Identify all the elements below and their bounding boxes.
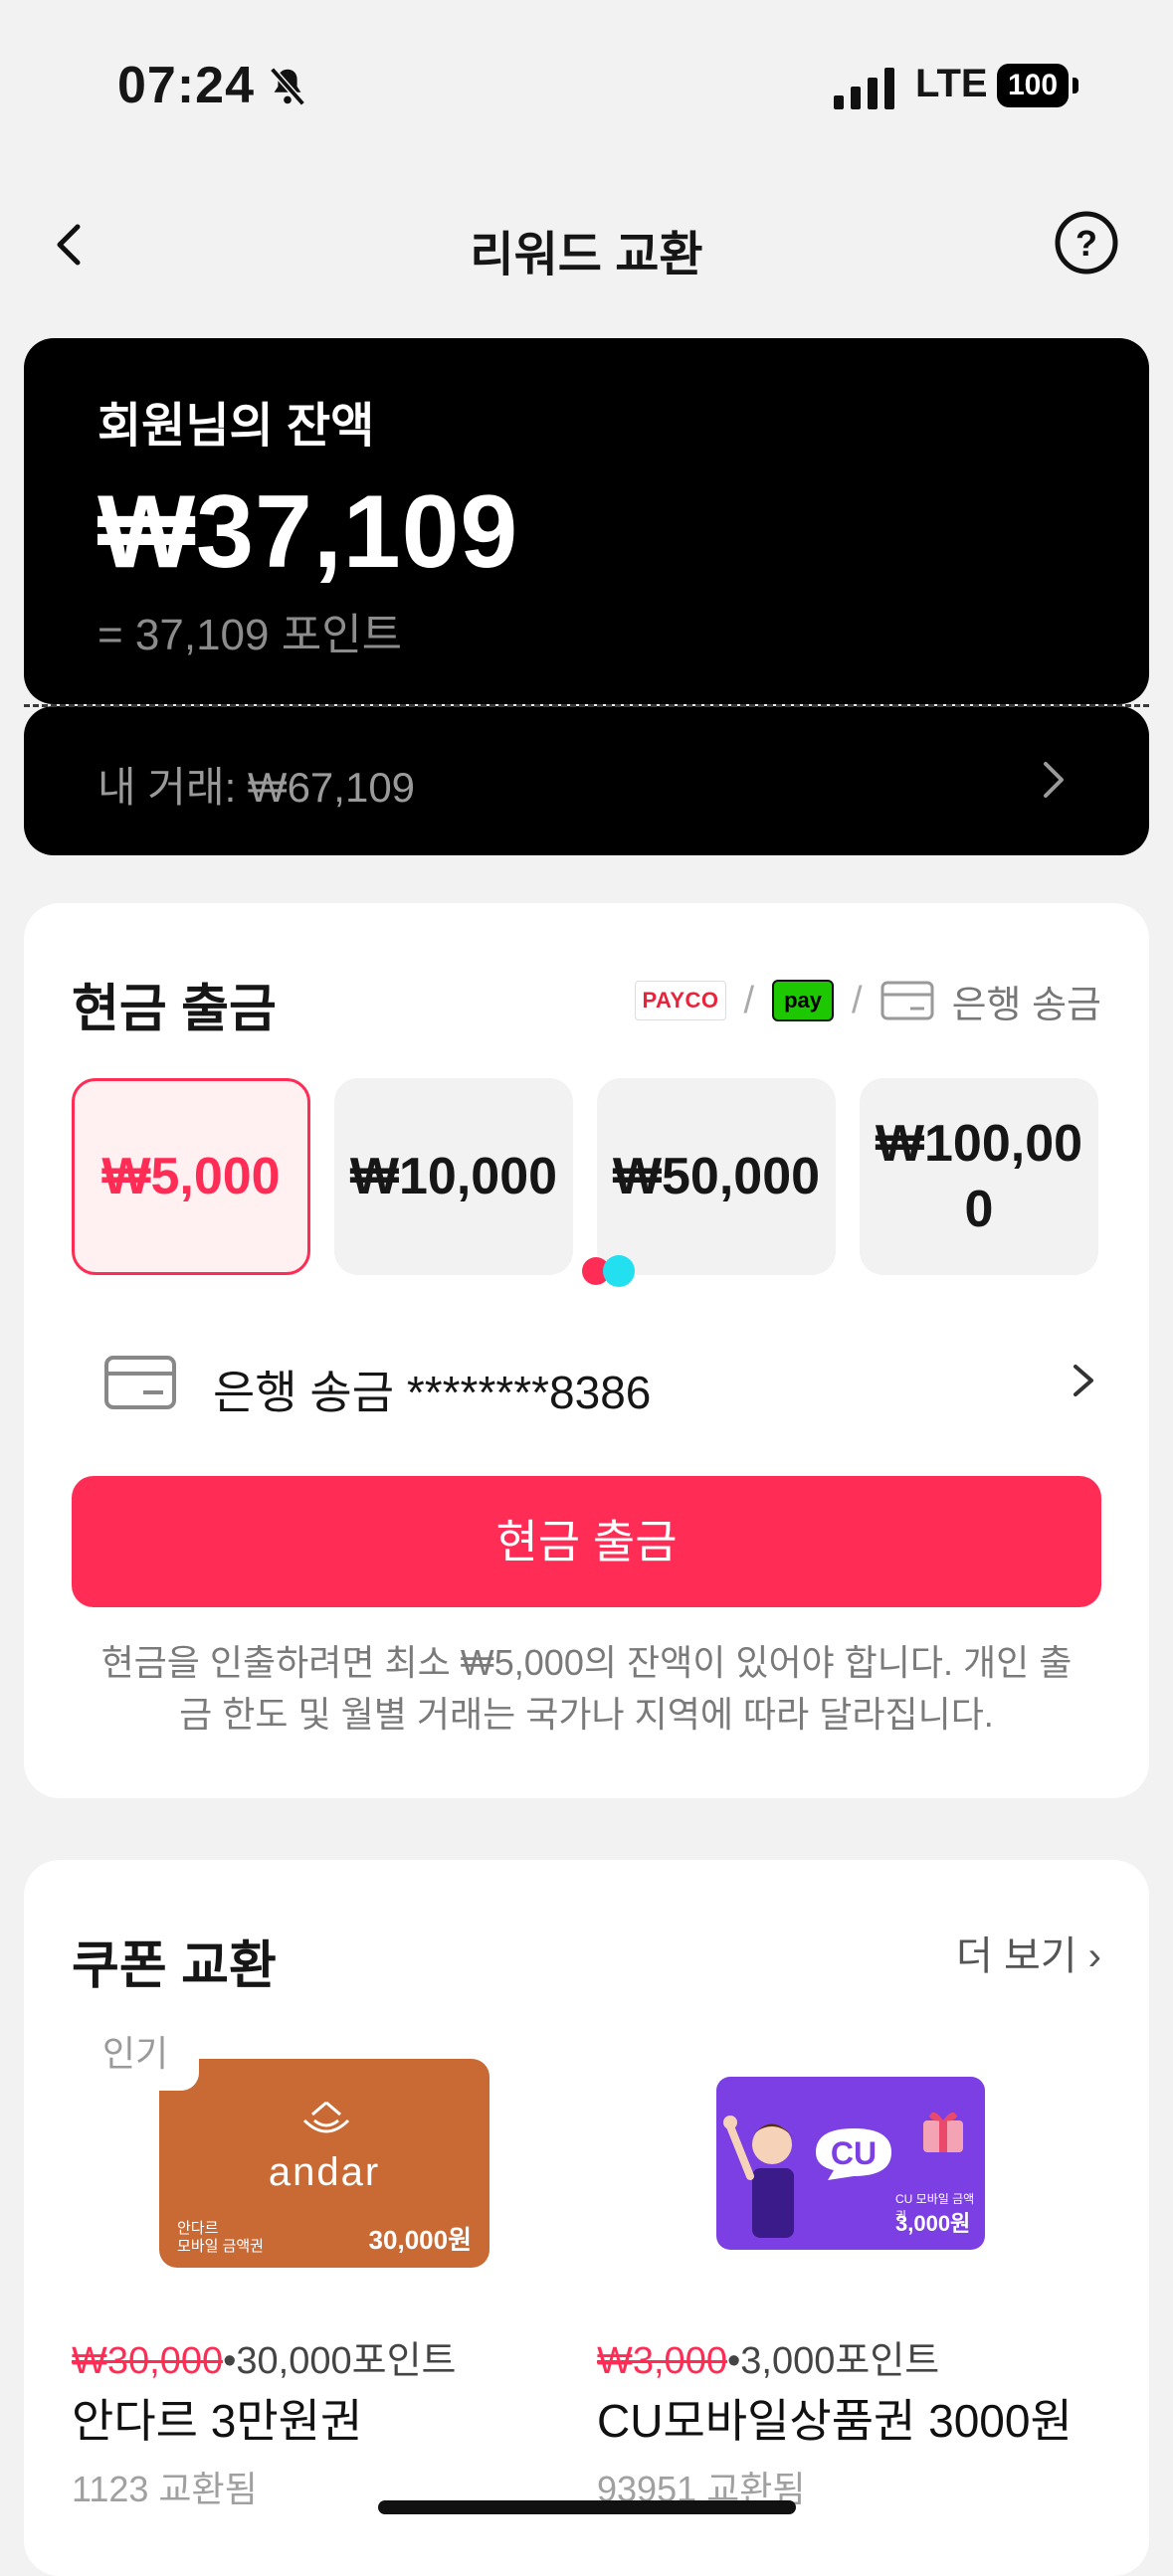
card-subtitle: 안다르 모바일 금액권 — [177, 2220, 264, 2255]
chevron-right-icon — [1044, 762, 1064, 798]
section-title: 현금 출금 — [72, 981, 277, 1038]
svg-text:?: ? — [1075, 223, 1097, 264]
original-price: ₩30,000 — [72, 2340, 224, 2382]
help-icon[interactable]: ? — [1053, 209, 1120, 276]
withdrawal-note: 현금을 인출하려면 최소 ₩5,000의 잔액이 있어야 합니다. 개인 출금 … — [100, 1642, 1073, 1735]
andar-wordmark: andar — [268, 2150, 381, 2194]
chevron-right-icon: › — [1087, 1934, 1101, 1978]
item-name[interactable]: CU모바일상품권 3000원 — [597, 2385, 1073, 2451]
page-title: 리워드 교환 — [470, 229, 703, 281]
amount-option[interactable]: ₩5,000 — [72, 1078, 310, 1275]
item-name[interactable]: 안다르 3만원권 — [72, 2385, 362, 2451]
points-price: •3,000포인트 — [726, 2340, 940, 2382]
home-indicator[interactable] — [378, 2500, 796, 2514]
item-price: ₩3,000•3,000포인트 — [597, 2329, 939, 2384]
bank-card-icon — [104, 1356, 176, 1409]
amount-option[interactable]: ₩10,000 — [334, 1078, 573, 1275]
card-price: 3,000원 — [895, 2211, 971, 2236]
cu-gift-card-image[interactable]: CU CU 모바일 금액권 3,000원 — [716, 2077, 985, 2250]
payco-logo: PAYCO — [635, 981, 726, 1020]
balance-amount: ₩37,109 — [98, 474, 519, 590]
muted-bell-icon — [270, 67, 305, 106]
exchange-count: 1123 교환됨 — [72, 2469, 258, 2509]
amount-option[interactable]: ₩50,000 — [597, 1078, 836, 1275]
battery-level: 100 — [997, 64, 1069, 107]
status-bar: 07:24 LTE 100 — [0, 0, 1173, 169]
divider — [24, 704, 1149, 707]
status-time: 07:24 — [117, 57, 255, 114]
nav-bar: 리워드 교환 ? — [0, 195, 1173, 294]
balance-card: 회원님의 잔액 ₩37,109 = 37,109 포인트 — [24, 338, 1149, 704]
npay-logo: pay — [772, 980, 835, 1021]
my-transactions-row[interactable]: 내 거래: ₩67,109 — [24, 706, 1149, 855]
see-more-label: 더 보기 — [956, 1934, 1077, 1978]
battery-icon: 100 — [997, 64, 1078, 107]
popular-badge: 인기 — [72, 2019, 199, 2091]
character-illustration-icon — [723, 2116, 794, 2238]
amount-options: ₩5,000 ₩10,000 ₩50,000 ₩100,000 — [72, 1078, 1098, 1275]
network-type: LTE — [915, 62, 988, 105]
item-price: ₩30,000•30,000포인트 — [72, 2329, 457, 2384]
original-price: ₩3,000 — [597, 2340, 727, 2382]
see-more-link[interactable]: 더 보기 › — [956, 1924, 1101, 1981]
bank-card-icon — [880, 981, 934, 1020]
andar-logo-icon — [302, 2101, 350, 2133]
points-price: •30,000포인트 — [223, 2340, 457, 2382]
transactions-label: 내 거래: ₩67,109 — [98, 764, 416, 811]
payout-methods: PAYCO / pay / 은행 송금 — [635, 973, 1101, 1028]
balance-points: = 37,109 포인트 — [98, 611, 403, 659]
coupon-exchange-card: 쿠폰 교환 더 보기 › 인기 andar 안다르 모바일 금액권 30,000… — [24, 1860, 1149, 2576]
bank-account-label: 은행 송금 ********8386 — [213, 1367, 652, 1418]
cu-logo-icon: CU — [816, 2128, 891, 2180]
gift-box-icon — [923, 2112, 963, 2152]
cu-wordmark: CU — [831, 2135, 877, 2171]
signal-icon — [834, 68, 894, 109]
section-title: 쿠폰 교환 — [72, 1937, 277, 1995]
card-price: 30,000원 — [368, 2225, 472, 2255]
amount-option[interactable]: ₩100,000 — [860, 1078, 1098, 1275]
bank-account-row[interactable]: 은행 송금 ********8386 — [72, 1331, 1101, 1430]
loading-dots-icon — [582, 1255, 635, 1287]
cash-withdrawal-card: 현금 출금 PAYCO / pay / 은행 송금 ₩5,000 ₩10,000… — [24, 903, 1149, 1798]
chevron-right-icon — [1074, 1365, 1093, 1396]
withdraw-button[interactable]: 현금 출금 — [72, 1476, 1101, 1607]
balance-label: 회원님의 잔액 — [98, 400, 375, 453]
bank-transfer-label: 은행 송금 — [951, 984, 1101, 1026]
andar-gift-card-image[interactable]: andar 안다르 모바일 금액권 30,000원 — [159, 2059, 489, 2268]
